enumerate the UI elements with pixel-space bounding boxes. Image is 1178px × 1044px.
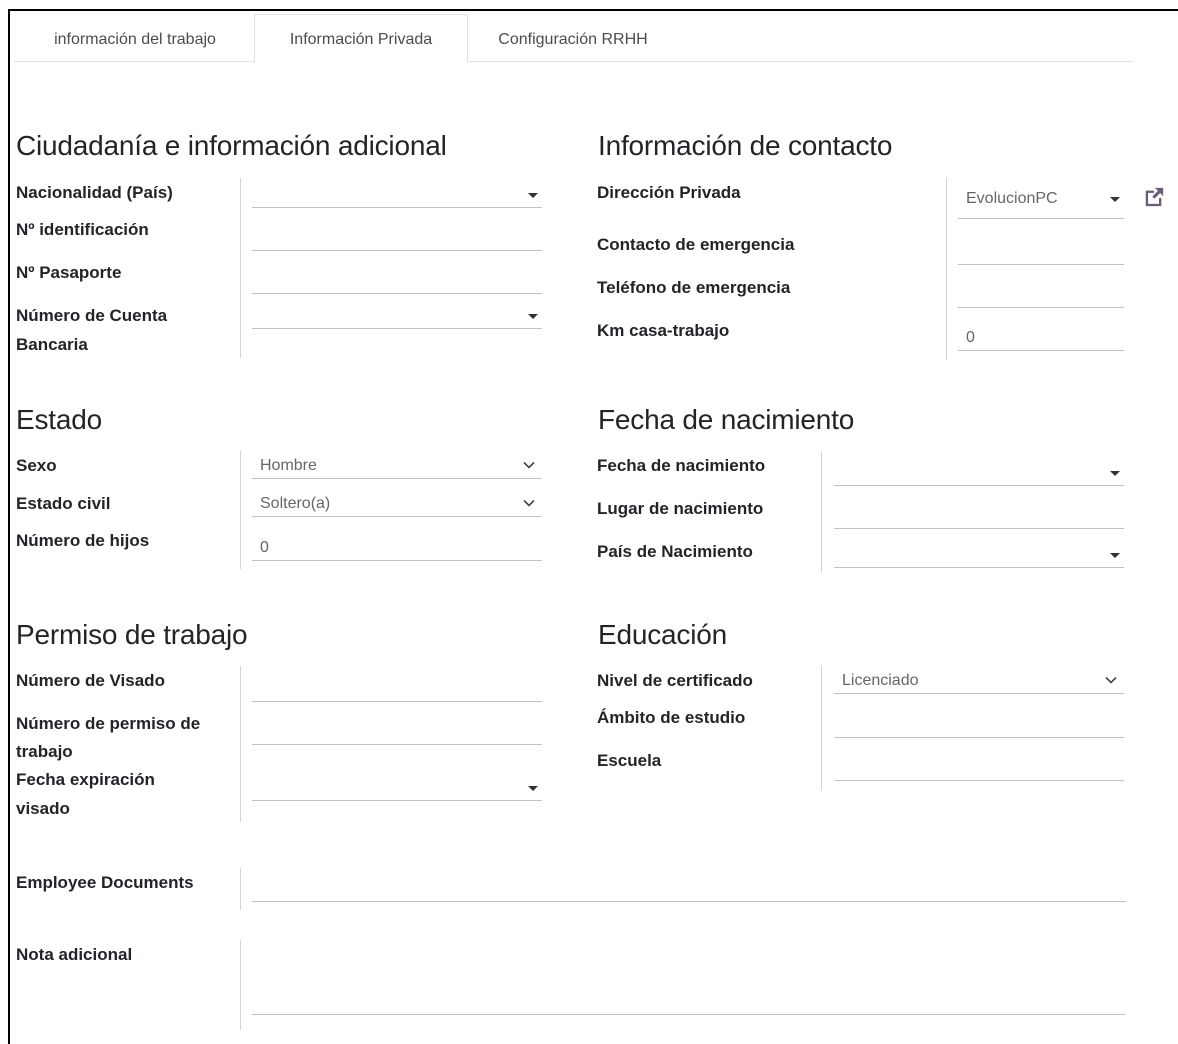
label-estado-civil: Estado civil bbox=[16, 494, 111, 513]
label-nacionalidad: Nacionalidad (País) bbox=[16, 183, 173, 202]
km-casa-trabajo-input[interactable]: 0 bbox=[958, 323, 1124, 351]
chevron-down-icon bbox=[1105, 676, 1117, 684]
ambito-estudio-input[interactable] bbox=[834, 710, 1124, 738]
section-title-permiso: Permiso de trabajo bbox=[16, 619, 248, 650]
caret-down-icon bbox=[1110, 471, 1120, 476]
numero-visado-input[interactable] bbox=[252, 674, 542, 702]
identificacion-input[interactable] bbox=[252, 223, 542, 251]
label-telefono-emergencia: Teléfono de emergencia bbox=[597, 278, 791, 297]
direccion-privada-value: EvolucionPC bbox=[966, 190, 1058, 207]
fecha-nacimiento-input[interactable] bbox=[834, 458, 1124, 486]
caret-down-icon bbox=[528, 314, 538, 319]
separator bbox=[240, 868, 241, 910]
separator bbox=[240, 940, 241, 1030]
caret-down-icon bbox=[528, 786, 538, 791]
label-pais-nacimiento: País de Nacimiento bbox=[597, 542, 753, 561]
numero-hijos-input[interactable]: 0 bbox=[252, 533, 542, 561]
label-lugar-nacimiento: Lugar de nacimiento bbox=[597, 499, 764, 518]
cuenta-bancaria-select[interactable] bbox=[252, 301, 542, 329]
label-fecha-expiracion-1: Fecha expiración bbox=[16, 770, 155, 789]
label-escuela: Escuela bbox=[597, 751, 662, 770]
label-permiso-trabajo-1: Número de permiso de bbox=[16, 714, 201, 733]
separator bbox=[240, 666, 241, 822]
label-identificacion: Nº identificación bbox=[16, 220, 149, 239]
tab-informacion-trabajo[interactable]: información del trabajo bbox=[20, 18, 250, 61]
label-fecha-nacimiento: Fecha de nacimiento bbox=[597, 456, 766, 475]
nota-adicional-textarea[interactable] bbox=[252, 945, 1126, 1015]
label-employee-documents: Employee Documents bbox=[16, 873, 194, 892]
tab-configuracion-rrhh[interactable]: Configuración RRHH bbox=[470, 18, 676, 61]
label-nivel-certificado: Nivel de certificado bbox=[597, 671, 753, 690]
label-direccion-privada: Dirección Privada bbox=[597, 183, 741, 202]
label-pasaporte: Nº Pasaporte bbox=[16, 263, 122, 282]
caret-down-icon bbox=[1110, 553, 1120, 558]
nivel-certificado-select[interactable]: Licenciado bbox=[834, 666, 1124, 694]
separator bbox=[240, 178, 241, 358]
escuela-input[interactable] bbox=[834, 753, 1124, 781]
lugar-nacimiento-input[interactable] bbox=[834, 501, 1124, 529]
section-title-ciudadania: Ciudadanía e información adicional bbox=[16, 130, 447, 161]
section-title-estado: Estado bbox=[16, 404, 102, 435]
label-nota-adicional: Nota adicional bbox=[16, 945, 133, 964]
contacto-emergencia-input[interactable] bbox=[958, 237, 1124, 265]
sexo-value: Hombre bbox=[260, 457, 317, 474]
label-permiso-trabajo-2: trabajo bbox=[16, 742, 73, 761]
sexo-select[interactable]: Hombre bbox=[252, 451, 542, 479]
chevron-down-icon bbox=[523, 499, 535, 507]
label-sexo: Sexo bbox=[16, 456, 57, 475]
label-km-casa-trabajo: Km casa-trabajo bbox=[597, 321, 730, 340]
separator bbox=[240, 451, 241, 569]
pais-nacimiento-select[interactable] bbox=[834, 540, 1124, 568]
label-cuenta-bancaria-2: Bancaria bbox=[16, 335, 88, 354]
separator bbox=[821, 451, 822, 573]
section-title-educacion: Educación bbox=[598, 619, 727, 650]
caret-down-icon bbox=[528, 193, 538, 198]
separator bbox=[946, 178, 947, 360]
telefono-emergencia-input[interactable] bbox=[958, 280, 1124, 308]
employee-documents-input[interactable] bbox=[252, 874, 1126, 902]
label-fecha-expiracion-2: visado bbox=[16, 799, 70, 818]
section-title-nacimiento: Fecha de nacimiento bbox=[598, 404, 855, 435]
tab-informacion-privada[interactable]: Información Privada bbox=[254, 14, 468, 63]
fecha-expiracion-input[interactable] bbox=[252, 773, 542, 801]
label-numero-hijos: Número de hijos bbox=[16, 531, 150, 550]
caret-down-icon bbox=[1110, 197, 1120, 202]
label-cuenta-bancaria-1: Número de Cuenta bbox=[16, 306, 168, 325]
section-title-contacto: Información de contacto bbox=[598, 130, 893, 161]
pasaporte-input[interactable] bbox=[252, 266, 542, 294]
label-numero-visado: Número de Visado bbox=[16, 671, 165, 690]
estado-civil-select[interactable]: Soltero(a) bbox=[252, 489, 542, 517]
estado-civil-value: Soltero(a) bbox=[260, 495, 331, 512]
external-link-icon[interactable] bbox=[1143, 186, 1165, 208]
tabs-divider bbox=[14, 61, 1133, 62]
chevron-down-icon bbox=[523, 461, 535, 469]
label-ambito-estudio: Ámbito de estudio bbox=[597, 708, 746, 727]
nivel-certificado-value: Licenciado bbox=[842, 672, 919, 689]
permiso-trabajo-input[interactable] bbox=[252, 717, 542, 745]
separator bbox=[821, 666, 822, 790]
label-contacto-emergencia: Contacto de emergencia bbox=[597, 235, 795, 254]
direccion-privada-select[interactable]: EvolucionPC bbox=[958, 185, 1124, 219]
nacionalidad-select[interactable] bbox=[252, 180, 542, 208]
